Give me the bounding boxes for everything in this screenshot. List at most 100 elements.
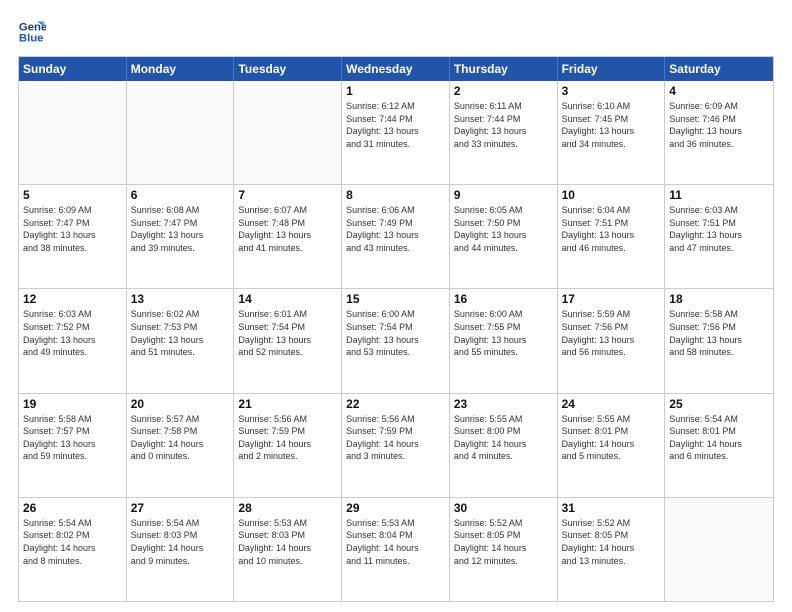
cell-text: Sunrise: 5:57 AM Sunset: 7:58 PM Dayligh… xyxy=(131,413,230,463)
day-number: 11 xyxy=(669,188,769,202)
cell-text: Sunrise: 6:09 AM Sunset: 7:47 PM Dayligh… xyxy=(23,204,122,254)
day-number: 22 xyxy=(346,397,445,411)
cal-cell: 29Sunrise: 5:53 AM Sunset: 8:04 PM Dayli… xyxy=(342,498,450,601)
day-number: 12 xyxy=(23,292,122,306)
cell-text: Sunrise: 5:59 AM Sunset: 7:56 PM Dayligh… xyxy=(562,308,661,358)
header: General Blue xyxy=(18,18,774,46)
page: General Blue SundayMondayTuesdayWednesda… xyxy=(0,0,792,612)
day-number: 20 xyxy=(131,397,230,411)
day-number: 26 xyxy=(23,501,122,515)
day-header-monday: Monday xyxy=(127,57,235,81)
svg-text:Blue: Blue xyxy=(19,33,44,45)
day-number: 25 xyxy=(669,397,769,411)
day-number: 6 xyxy=(131,188,230,202)
cell-text: Sunrise: 6:05 AM Sunset: 7:50 PM Dayligh… xyxy=(454,204,553,254)
cal-cell: 2 Sunrise: 6:11 AM Sunset: 7:44 PM Daylig… xyxy=(450,81,558,184)
day-number: 19 xyxy=(23,397,122,411)
week-row-3: 12 Sunrise: 6:03 AM Sunset: 7:52 PM Dayli… xyxy=(19,289,773,393)
cell-text: Sunrise: 6:11 AM Sunset: 7:44 PM Dayligh… xyxy=(454,100,553,150)
cell-text: Sunrise: 5:58 AM Sunset: 7:57 PM Dayligh… xyxy=(23,413,122,463)
day-header-saturday: Saturday xyxy=(665,57,773,81)
cell-text: Sunrise: 6:10 AM Sunset: 7:45 PM Dayligh… xyxy=(562,100,661,150)
day-number: 9 xyxy=(454,188,553,202)
cal-cell: 24Sunrise: 5:55 AM Sunset: 8:01 PM Dayli… xyxy=(558,394,666,497)
cell-text: Sunrise: 6:06 AM Sunset: 7:49 PM Dayligh… xyxy=(346,204,445,254)
cal-cell xyxy=(665,498,773,601)
cal-cell: 18Sunrise: 5:58 AM Sunset: 7:56 PM Dayli… xyxy=(665,289,773,392)
cell-text: Sunrise: 6:01 AM Sunset: 7:54 PM Dayligh… xyxy=(238,308,337,358)
cell-text: Sunrise: 6:00 AM Sunset: 7:54 PM Dayligh… xyxy=(346,308,445,358)
cell-text: Sunrise: 5:56 AM Sunset: 7:59 PM Dayligh… xyxy=(238,413,337,463)
cell-text: Sunrise: 5:55 AM Sunset: 8:01 PM Dayligh… xyxy=(562,413,661,463)
day-number: 14 xyxy=(238,292,337,306)
day-number: 2 xyxy=(454,84,553,98)
day-number: 29 xyxy=(346,501,445,515)
day-number: 21 xyxy=(238,397,337,411)
cal-cell xyxy=(19,81,127,184)
day-number: 16 xyxy=(454,292,553,306)
cell-text: Sunrise: 6:12 AM Sunset: 7:44 PM Dayligh… xyxy=(346,100,445,150)
day-number: 7 xyxy=(238,188,337,202)
cal-cell: 16 Sunrise: 6:00 AM Sunset: 7:55 PM Dayli… xyxy=(450,289,558,392)
day-number: 4 xyxy=(669,84,769,98)
cal-cell xyxy=(234,81,342,184)
cal-cell: 19 Sunrise: 5:58 AM Sunset: 7:57 PM Dayli… xyxy=(19,394,127,497)
cal-cell: 26 Sunrise: 5:54 AM Sunset: 8:02 PM Dayli… xyxy=(19,498,127,601)
day-number: 13 xyxy=(131,292,230,306)
cell-text: Sunrise: 6:02 AM Sunset: 7:53 PM Dayligh… xyxy=(131,308,230,358)
day-number: 23 xyxy=(454,397,553,411)
day-number: 5 xyxy=(23,188,122,202)
cal-cell: 6 Sunrise: 6:08 AM Sunset: 7:47 PM Daylig… xyxy=(127,185,235,288)
cell-text: Sunrise: 5:53 AM Sunset: 8:03 PM Dayligh… xyxy=(238,517,337,567)
day-number: 30 xyxy=(454,501,553,515)
cal-cell: 22 Sunrise: 5:56 AM Sunset: 7:59 PM Dayli… xyxy=(342,394,450,497)
week-row-5: 26 Sunrise: 5:54 AM Sunset: 8:02 PM Dayli… xyxy=(19,498,773,601)
cell-text: Sunrise: 6:03 AM Sunset: 7:52 PM Dayligh… xyxy=(23,308,122,358)
day-header-tuesday: Tuesday xyxy=(234,57,342,81)
cell-text: Sunrise: 5:54 AM Sunset: 8:02 PM Dayligh… xyxy=(23,517,122,567)
cal-cell xyxy=(127,81,235,184)
cell-text: Sunrise: 6:07 AM Sunset: 7:48 PM Dayligh… xyxy=(238,204,337,254)
cal-cell: 27Sunrise: 5:54 AM Sunset: 8:03 PM Dayli… xyxy=(127,498,235,601)
cal-cell: 10Sunrise: 6:04 AM Sunset: 7:51 PM Dayli… xyxy=(558,185,666,288)
cell-text: Sunrise: 6:03 AM Sunset: 7:51 PM Dayligh… xyxy=(669,204,769,254)
cal-cell: 12 Sunrise: 6:03 AM Sunset: 7:52 PM Dayli… xyxy=(19,289,127,392)
cell-text: Sunrise: 6:00 AM Sunset: 7:55 PM Dayligh… xyxy=(454,308,553,358)
day-number: 31 xyxy=(562,501,661,515)
day-number: 18 xyxy=(669,292,769,306)
day-number: 28 xyxy=(238,501,337,515)
cal-cell: 14 Sunrise: 6:01 AM Sunset: 7:54 PM Dayli… xyxy=(234,289,342,392)
week-row-4: 19 Sunrise: 5:58 AM Sunset: 7:57 PM Dayli… xyxy=(19,394,773,498)
day-number: 17 xyxy=(562,292,661,306)
cal-cell: 31 Sunrise: 5:52 AM Sunset: 8:05 PM Dayli… xyxy=(558,498,666,601)
day-header-thursday: Thursday xyxy=(450,57,558,81)
cell-text: Sunrise: 5:56 AM Sunset: 7:59 PM Dayligh… xyxy=(346,413,445,463)
calendar-body: 1Sunrise: 6:12 AM Sunset: 7:44 PM Daylig… xyxy=(19,81,773,601)
day-header-sunday: Sunday xyxy=(19,57,127,81)
calendar: SundayMondayTuesdayWednesdayThursdayFrid… xyxy=(18,56,774,602)
cal-cell: 8Sunrise: 6:06 AM Sunset: 7:49 PM Daylig… xyxy=(342,185,450,288)
cal-cell: 21 Sunrise: 5:56 AM Sunset: 7:59 PM Dayli… xyxy=(234,394,342,497)
cell-text: Sunrise: 6:09 AM Sunset: 7:46 PM Dayligh… xyxy=(669,100,769,150)
cal-cell: 20 Sunrise: 5:57 AM Sunset: 7:58 PM Dayli… xyxy=(127,394,235,497)
cal-cell: 23 Sunrise: 5:55 AM Sunset: 8:00 PM Dayli… xyxy=(450,394,558,497)
cell-text: Sunrise: 5:55 AM Sunset: 8:00 PM Dayligh… xyxy=(454,413,553,463)
cal-cell: 30Sunrise: 5:52 AM Sunset: 8:05 PM Dayli… xyxy=(450,498,558,601)
day-header-wednesday: Wednesday xyxy=(342,57,450,81)
cal-cell: 25 Sunrise: 5:54 AM Sunset: 8:01 PM Dayli… xyxy=(665,394,773,497)
day-number: 3 xyxy=(562,84,661,98)
cal-cell: 28 Sunrise: 5:53 AM Sunset: 8:03 PM Dayli… xyxy=(234,498,342,601)
cell-text: Sunrise: 6:08 AM Sunset: 7:47 PM Dayligh… xyxy=(131,204,230,254)
day-number: 15 xyxy=(346,292,445,306)
cal-cell: 3 Sunrise: 6:10 AM Sunset: 7:45 PM Daylig… xyxy=(558,81,666,184)
day-number: 10 xyxy=(562,188,661,202)
cal-cell: 1Sunrise: 6:12 AM Sunset: 7:44 PM Daylig… xyxy=(342,81,450,184)
cal-cell: 7 Sunrise: 6:07 AM Sunset: 7:48 PM Daylig… xyxy=(234,185,342,288)
logo-icon: General Blue xyxy=(18,18,46,46)
cell-text: Sunrise: 5:52 AM Sunset: 8:05 PM Dayligh… xyxy=(562,517,661,567)
cell-text: Sunrise: 5:54 AM Sunset: 8:01 PM Dayligh… xyxy=(669,413,769,463)
cal-cell: 11 Sunrise: 6:03 AM Sunset: 7:51 PM Dayli… xyxy=(665,185,773,288)
week-row-2: 5 Sunrise: 6:09 AM Sunset: 7:47 PM Daylig… xyxy=(19,185,773,289)
calendar-header: SundayMondayTuesdayWednesdayThursdayFrid… xyxy=(19,57,773,81)
cal-cell: 17 Sunrise: 5:59 AM Sunset: 7:56 PM Dayli… xyxy=(558,289,666,392)
